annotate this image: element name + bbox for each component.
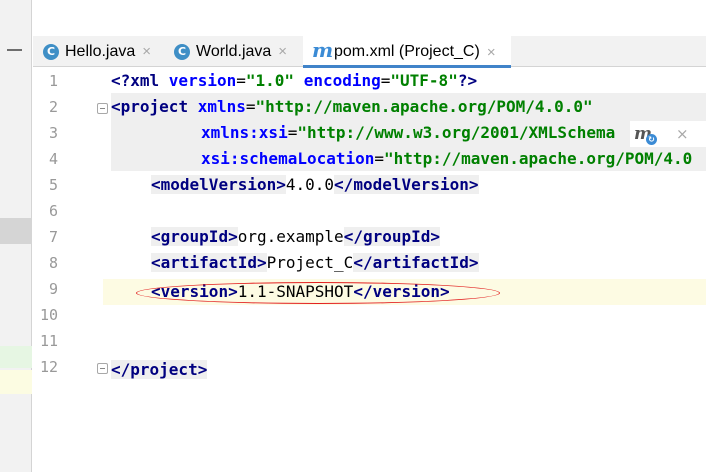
token: <: [151, 253, 161, 272]
token: project: [130, 360, 198, 379]
maven-icon: m: [312, 38, 334, 62]
token: "http://maven.apache.org/POM/4.0.0": [255, 97, 593, 116]
token: xmlns:xsi: [201, 123, 288, 142]
tab-label: World.java: [196, 42, 272, 60]
token: groupId: [362, 227, 431, 246]
close-icon[interactable]: ×: [487, 44, 496, 61]
token: >: [430, 227, 441, 246]
code-editor[interactable]: <?xml version="1.0" encoding="UTF-8"?> <…: [103, 67, 706, 472]
token: =: [287, 123, 298, 142]
token: <?: [111, 71, 131, 90]
line-number: 10: [39, 306, 58, 324]
token: artifactId: [160, 253, 257, 272]
token: org.example: [237, 227, 344, 246]
project-tree-row-modified[interactable]: [0, 370, 32, 394]
code-line-3: xmlns:xsi="http://www.w3.org/2001/XMLSch…: [201, 120, 615, 146]
token: =: [380, 71, 391, 90]
close-icon[interactable]: ×: [142, 43, 151, 60]
collapse-icon[interactable]: [7, 49, 22, 51]
refresh-icon: ↻: [646, 134, 657, 145]
project-panel-edge: [0, 0, 32, 472]
token: >: [228, 227, 238, 246]
line-number: 4: [48, 150, 58, 168]
token: "UTF-8": [390, 71, 458, 90]
line-number: 2: [48, 98, 58, 116]
line-number: 6: [48, 202, 58, 220]
java-class-icon: C: [43, 43, 59, 60]
token: groupId: [160, 227, 229, 246]
line-number: 3: [48, 124, 58, 142]
token: >: [468, 253, 479, 272]
token: xsi:schemaLocation: [201, 149, 375, 168]
editor-tab-bar: C Hello.java × C World.java × m pom.xml …: [33, 36, 706, 68]
tab-world-java[interactable]: C World.java ×: [174, 36, 287, 67]
token: >: [276, 175, 286, 194]
token: encoding: [303, 71, 381, 90]
token: artifactId: [372, 253, 469, 272]
token: >: [256, 253, 267, 272]
token: =: [236, 71, 246, 90]
project-tree-row-added[interactable]: [0, 346, 32, 368]
code-line-12: </project>: [111, 357, 208, 383]
line-number: 1: [48, 72, 58, 90]
close-icon[interactable]: ×: [676, 125, 689, 143]
editor-gutter: 1 2 3 4 5 6 7 8 9 10 11 12: [33, 67, 108, 472]
line-number: 11: [39, 332, 58, 350]
tab-label: pom.xml (Project_C): [334, 43, 480, 60]
token: xmlns: [197, 97, 246, 116]
token: >: [197, 360, 208, 379]
maven-reload-popup[interactable]: m ↻ ×: [630, 121, 706, 147]
annotation-ellipse: [136, 282, 500, 304]
token: Project_C: [266, 253, 354, 272]
line-number: 7: [48, 228, 58, 246]
line-number: 12: [39, 358, 58, 376]
token: version: [168, 71, 237, 90]
tab-pom-xml[interactable]: m pom.xml (Project_C) ×: [303, 36, 511, 68]
token: =: [245, 97, 256, 116]
token: >: [468, 175, 479, 194]
tab-label: Hello.java: [65, 42, 136, 60]
token: </: [111, 360, 131, 379]
token: "http://maven.apache.org/POM/4.0: [384, 149, 693, 168]
token: "1.0": [245, 71, 295, 90]
close-icon[interactable]: ×: [278, 43, 287, 60]
line-number: 5: [48, 176, 58, 194]
token: =: [374, 149, 385, 168]
token: ?>: [457, 71, 478, 90]
code-line-4: xsi:schemaLocation="http://maven.apache.…: [201, 146, 692, 172]
token: <: [151, 227, 161, 246]
maven-reload-icon[interactable]: m ↻: [634, 124, 657, 145]
line-number: 9: [48, 280, 58, 298]
code-line-8: <artifactId>Project_C</artifactId>: [151, 250, 479, 276]
tab-hello-java[interactable]: C Hello.java ×: [43, 36, 151, 67]
code-line-2: <project xmlns="http://maven.apache.org/…: [111, 94, 593, 120]
token: modelVersion: [160, 175, 277, 194]
token: </: [353, 253, 373, 272]
line-number: 8: [48, 254, 58, 272]
token: </: [334, 175, 354, 194]
code-line-1: <?xml version="1.0" encoding="UTF-8"?>: [111, 68, 477, 94]
token: "http://www.w3.org/2001/XMLSchema: [297, 123, 616, 142]
token: xml: [130, 71, 169, 90]
project-tree-selected-row[interactable]: [0, 218, 32, 244]
token: </: [343, 227, 363, 246]
token: <: [111, 97, 121, 116]
token: modelVersion: [353, 175, 469, 194]
code-line-7: <groupId>org.example</groupId>: [151, 224, 441, 250]
code-line-5: <modelVersion>4.0.0</modelVersion>: [151, 172, 479, 198]
token: <: [151, 175, 161, 194]
java-class-icon: C: [174, 43, 190, 60]
token: project: [120, 97, 189, 116]
token: 4.0.0: [285, 175, 335, 194]
